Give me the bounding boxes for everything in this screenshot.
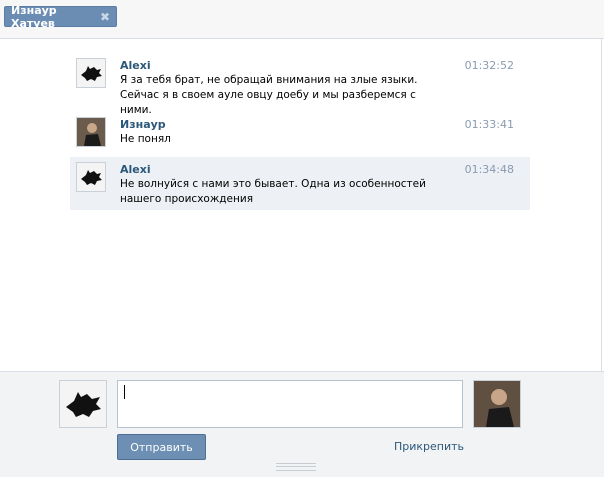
message-item: Alexi 01:34:48 Не волнуйся с нами это бы… <box>70 157 530 210</box>
message-text: Не понял <box>120 133 171 145</box>
text-caret <box>124 385 125 399</box>
send-button[interactable]: Отправить <box>117 434 206 460</box>
message-input[interactable] <box>117 380 463 428</box>
compose-panel: Отправить Прикрепить <box>0 371 604 477</box>
photo-avatar[interactable] <box>76 117 106 147</box>
message-time: 01:33:41 <box>464 118 514 131</box>
message-text: Не волнуйся с нами это бывает. Одна из о… <box>120 178 426 205</box>
top-bar: Изнаур Хатуев ✖ <box>0 0 604 39</box>
wolf-avatar[interactable] <box>76 58 106 88</box>
dialog-tab-title: Изнаур Хатуев <box>11 3 57 30</box>
message-item: Alexi 01:32:52 Я за тебя брат, не обраща… <box>70 53 530 116</box>
close-icon[interactable]: ✖ <box>100 11 110 23</box>
peer-avatar[interactable] <box>473 380 521 428</box>
wolf-avatar[interactable] <box>76 162 106 192</box>
message-item: Изнаур 01:33:41 Не понял <box>70 112 530 154</box>
message-time: 01:34:48 <box>464 163 514 176</box>
my-avatar[interactable] <box>59 380 107 428</box>
dialog-tab[interactable]: Изнаур Хатуев ✖ <box>4 3 117 30</box>
message-author[interactable]: Alexi <box>120 163 151 176</box>
message-author[interactable]: Изнаур <box>120 118 166 131</box>
resize-grip-icon[interactable] <box>276 463 316 471</box>
message-author[interactable]: Alexi <box>120 59 151 72</box>
message-time: 01:32:52 <box>464 59 514 72</box>
panel-border <box>601 38 602 372</box>
attach-link[interactable]: Прикрепить <box>394 440 464 453</box>
